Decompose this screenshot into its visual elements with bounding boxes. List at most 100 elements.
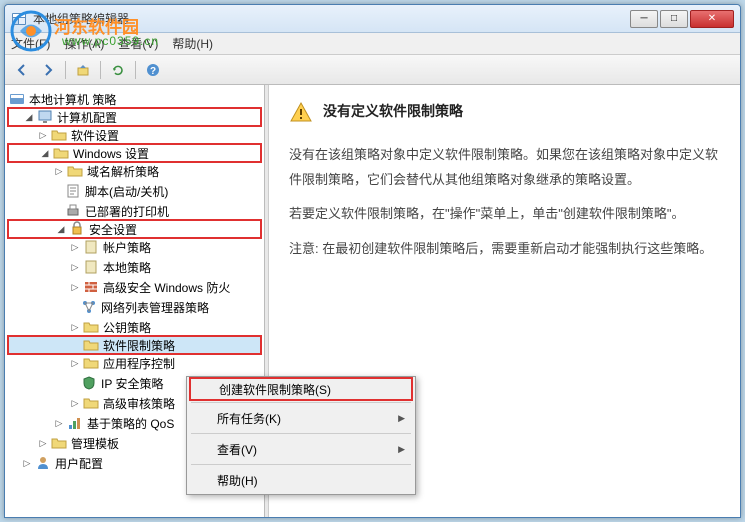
tree-public-key[interactable]: ▷ 公钥策略: [7, 317, 262, 337]
policy-icon: [83, 259, 99, 275]
submenu-arrow-icon: ▶: [398, 413, 405, 424]
tree-dns-policy[interactable]: ▷ 域名解析策略: [7, 161, 262, 181]
tree-software-restriction[interactable]: 软件限制策略: [7, 335, 262, 355]
folder-icon: [67, 163, 83, 179]
script-icon: [65, 183, 81, 199]
ctx-view[interactable]: 查看(V) ▶: [189, 437, 413, 461]
firewall-icon: [83, 279, 99, 295]
warning-header: 没有定义软件限制策略: [289, 101, 720, 125]
printer-icon: [65, 203, 81, 219]
warning-title: 没有定义软件限制策略: [323, 101, 463, 121]
toolbar: ?: [5, 55, 740, 85]
expander-icon[interactable]: ▷: [69, 397, 81, 409]
details-text: 没有在该组策略对象中定义软件限制策略。如果您在该组策略对象中定义软件限制策略，它…: [289, 143, 720, 262]
folder-icon: [83, 319, 99, 335]
tree-deployed-printers[interactable]: 已部署的打印机: [7, 201, 262, 221]
submenu-arrow-icon: ▶: [398, 444, 405, 455]
details-p3: 注意: 在最初创建软件限制策略后，需要重新启动才能强制执行这些策略。: [289, 237, 720, 262]
folder-up-icon: [76, 63, 90, 77]
help-button[interactable]: ?: [142, 59, 164, 81]
tree-label: 软件限制策略: [103, 337, 175, 354]
menu-file[interactable]: 文件(F): [11, 35, 50, 52]
expander-icon[interactable]: ▷: [37, 129, 49, 141]
network-icon: [81, 299, 97, 315]
tree-network-list[interactable]: 网络列表管理器策略: [7, 297, 262, 317]
expander-icon[interactable]: ▷: [69, 241, 81, 253]
minimize-button[interactable]: ─: [630, 10, 658, 28]
shield-icon: [81, 375, 97, 391]
tree-label: 应用程序控制: [103, 355, 175, 372]
menu-help[interactable]: 帮助(H): [172, 35, 213, 52]
toolbar-separator: [100, 61, 101, 79]
menu-action[interactable]: 操作(A): [64, 35, 104, 52]
back-arrow-icon: [15, 63, 29, 77]
qos-icon: [67, 415, 83, 431]
expander-icon[interactable]: ▷: [69, 357, 81, 369]
tree-local-policy[interactable]: ▷ 本地策略: [7, 257, 262, 277]
forward-arrow-icon: [41, 63, 55, 77]
expander-icon[interactable]: ▷: [69, 261, 81, 273]
ctx-label: 创建软件限制策略(S): [219, 381, 331, 398]
tree-app-control[interactable]: ▷ 应用程序控制: [7, 353, 262, 373]
ctx-separator: [191, 433, 411, 434]
tree-label: IP 安全策略: [101, 375, 163, 392]
expander-icon[interactable]: ▷: [69, 321, 81, 333]
tree-label: 高级审核策略: [103, 395, 175, 412]
folder-icon: [53, 145, 69, 161]
ctx-help[interactable]: 帮助(H): [189, 468, 413, 492]
tree-label: 本地策略: [103, 259, 151, 276]
expander-icon[interactable]: ◢: [23, 111, 35, 123]
toolbar-separator: [135, 61, 136, 79]
expander-icon[interactable]: ◢: [55, 223, 67, 235]
tree-label: 公钥策略: [103, 319, 151, 336]
tree-scripts[interactable]: 脚本(启动/关机): [7, 181, 262, 201]
tree-label: 脚本(启动/关机): [85, 183, 168, 200]
tree-label: 网络列表管理器策略: [101, 299, 209, 316]
tree-label: 用户配置: [55, 455, 103, 472]
root-icon: [9, 91, 25, 107]
computer-icon: [37, 109, 53, 125]
app-icon: [11, 11, 27, 27]
tree-label: 高级安全 Windows 防火: [103, 279, 230, 296]
menu-view[interactable]: 查看(V): [118, 35, 158, 52]
ctx-all-tasks[interactable]: 所有任务(K) ▶: [189, 406, 413, 430]
tree-root[interactable]: 本地计算机 策略: [7, 89, 262, 109]
ctx-separator: [191, 464, 411, 465]
back-button[interactable]: [11, 59, 33, 81]
tree-label: 软件设置: [71, 127, 119, 144]
maximize-button[interactable]: □: [660, 10, 688, 28]
expander-icon[interactable]: ◢: [39, 147, 51, 159]
ctx-create-policy[interactable]: 创建软件限制策略(S): [189, 377, 413, 401]
expander-icon[interactable]: ▷: [69, 281, 81, 293]
window-title: 本地组策略编辑器: [33, 10, 630, 27]
folder-icon: [51, 435, 67, 451]
tree-software-settings[interactable]: ▷ 软件设置: [7, 125, 262, 145]
user-icon: [35, 455, 51, 471]
refresh-icon: [111, 63, 125, 77]
svg-text:?: ?: [150, 66, 156, 77]
close-button[interactable]: ✕: [690, 10, 734, 28]
tree-label: 计算机配置: [57, 109, 117, 126]
up-button[interactable]: [72, 59, 94, 81]
tree-advanced-firewall[interactable]: ▷ 高级安全 Windows 防火: [7, 277, 262, 297]
details-p1: 没有在该组策略对象中定义软件限制策略。如果您在该组策略对象中定义软件限制策略，它…: [289, 143, 720, 192]
tree-label: 管理模板: [71, 435, 119, 452]
tree-label: 基于策略的 QoS: [87, 415, 174, 432]
tree-security-settings[interactable]: ◢ 安全设置: [7, 219, 262, 239]
refresh-button[interactable]: [107, 59, 129, 81]
help-icon: ?: [146, 63, 160, 77]
expander-icon[interactable]: ▷: [21, 457, 33, 469]
window-controls: ─ □ ✕: [630, 10, 734, 28]
context-menu: 创建软件限制策略(S) 所有任务(K) ▶ 查看(V) ▶ 帮助(H): [186, 376, 416, 495]
ctx-label: 所有任务(K): [217, 410, 281, 427]
titlebar[interactable]: 本地组策略编辑器 ─ □ ✕: [5, 5, 740, 33]
forward-button[interactable]: [37, 59, 59, 81]
tree-computer-config[interactable]: ◢ 计算机配置: [7, 107, 262, 127]
tree-account-policy[interactable]: ▷ 帐户策略: [7, 237, 262, 257]
expander-icon[interactable]: ▷: [53, 165, 65, 177]
expander-icon[interactable]: ▷: [37, 437, 49, 449]
expander-icon[interactable]: ▷: [53, 417, 65, 429]
ctx-label: 查看(V): [217, 441, 257, 458]
tree-windows-settings[interactable]: ◢ Windows 设置: [7, 143, 262, 163]
ctx-label: 帮助(H): [217, 472, 258, 489]
